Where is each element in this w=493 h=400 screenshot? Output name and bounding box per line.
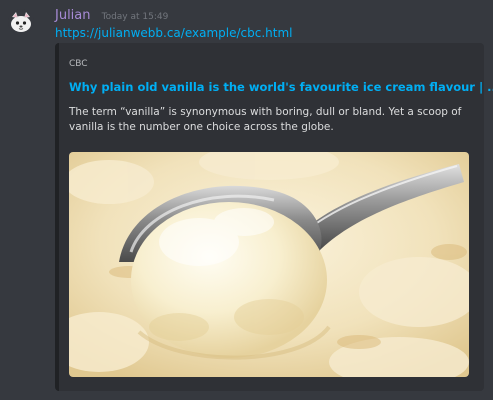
embed-title[interactable]: Why plain old vanilla is the world's fav… — [69, 80, 493, 94]
embed-provider: CBC — [69, 59, 88, 69]
user-avatar[interactable] — [8, 9, 34, 35]
message-header: Julian Today at 15:49 — [55, 4, 493, 24]
avatar-icon — [8, 9, 34, 35]
link-embed: CBC Why plain old vanilla is the world's… — [55, 43, 493, 391]
author-name[interactable]: Julian — [55, 8, 91, 23]
message-link[interactable]: https://julianwebb.ca/example/cbc.html — [55, 25, 493, 42]
message-content: Julian Today at 15:49 https://julianwebb… — [55, 4, 493, 42]
message-timestamp: Today at 15:49 — [101, 12, 169, 22]
chat-message: Julian Today at 15:49 https://julianwebb… — [0, 0, 493, 400]
embed-image[interactable] — [69, 152, 469, 377]
embed-description: The term “vanilla” is synonymous with bo… — [69, 106, 462, 133]
ice-cream-image — [69, 152, 469, 377]
